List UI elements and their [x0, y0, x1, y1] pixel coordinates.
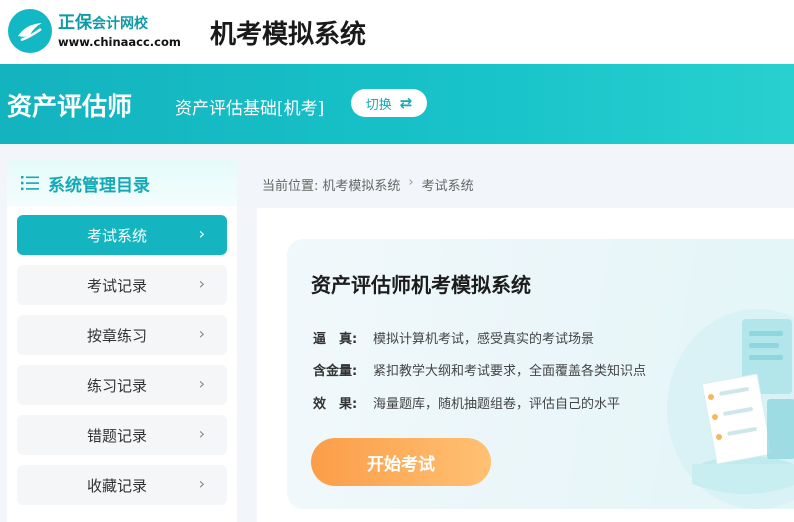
- sidebar-item-wrong-questions[interactable]: 错题记录 ›: [17, 415, 227, 455]
- chevron-right-icon: ›: [198, 324, 205, 343]
- logo-url: www.chinaacc.com: [58, 35, 181, 49]
- chevron-right-icon: ›: [408, 175, 414, 190]
- sidebar-item-label: 收藏记录: [86, 477, 147, 495]
- start-exam-button[interactable]: 开始考试: [311, 438, 491, 486]
- chevron-right-icon: ›: [198, 274, 205, 293]
- exam-intro-card: 资产评估师机考模拟系统 逼 真: 模拟计算机考试，感受真实的考试场景 含金量: 紧扣…: [287, 239, 794, 509]
- feature-key: 逼 真:: [313, 332, 358, 347]
- breadcrumb-prefix: 当前位置:: [262, 179, 319, 194]
- feature-effect: 效 果: 海量题库，随机抽题组卷，评估自己的水平: [313, 393, 620, 412]
- sidebar-item-label: 考试系统: [86, 227, 147, 245]
- chevron-right-icon: ›: [198, 224, 205, 243]
- feature-realism: 逼 真: 模拟计算机考试，感受真实的考试场景: [313, 328, 594, 347]
- sidebar-item-chapter-practice[interactable]: 按章练习 ›: [17, 315, 227, 355]
- feature-key: 含金量:: [313, 364, 358, 379]
- sidebar-title: 系统管理目录: [48, 176, 150, 196]
- chevron-right-icon: ›: [198, 374, 205, 393]
- logo[interactable]: 正保会计网校 www.chinaacc.com: [8, 7, 181, 57]
- sidebar-item-favorites[interactable]: 收藏记录 ›: [17, 465, 227, 505]
- sidebar-item-exam-system[interactable]: 考试系统 ›: [17, 215, 227, 255]
- top-header: 正保会计网校 www.chinaacc.com 机考模拟系统: [0, 0, 794, 64]
- sidebar-item-label: 按章练习: [86, 327, 147, 345]
- feature-key: 效 果:: [313, 397, 358, 412]
- subject-name: 资产评估基础[机考]: [175, 99, 325, 119]
- breadcrumb-link-system[interactable]: 机考模拟系统: [322, 175, 400, 194]
- logo-subname: 会计网校: [92, 16, 148, 32]
- feature-value: 海量题库，随机抽题组卷，评估自己的水平: [373, 397, 621, 412]
- sidebar-item-exam-records[interactable]: 考试记录 ›: [17, 265, 227, 305]
- logo-name: 正保: [58, 13, 92, 33]
- feature-coverage: 含金量: 紧扣教学大纲和考试要求，全面覆盖各类知识点: [313, 360, 646, 379]
- subject-banner: 资产评估师 资产评估基础[机考] 切换 ⇄: [0, 64, 794, 144]
- sidebar-item-label: 考试记录: [86, 277, 147, 295]
- feature-value: 紧扣教学大纲和考试要求，全面覆盖各类知识点: [373, 364, 647, 379]
- logo-mark-icon: [8, 9, 52, 53]
- breadcrumb: 当前位置: 机考模拟系统 › 考试系统: [262, 175, 474, 194]
- switch-subject-button[interactable]: 切换 ⇄: [351, 89, 427, 117]
- exam-paper-illustration-icon: [667, 309, 794, 509]
- sidebar-item-label: 练习记录: [86, 377, 147, 395]
- exam-name: 资产评估师: [7, 92, 133, 121]
- feature-value: 模拟计算机考试，感受真实的考试场景: [373, 332, 595, 347]
- sidebar-item-practice-records[interactable]: 练习记录 ›: [17, 365, 227, 405]
- chevron-right-icon: ›: [198, 474, 205, 493]
- switch-label: 切换: [365, 97, 392, 113]
- sidebar: 系统管理目录 考试系统 › 考试记录 › 按章练习 › 练习记录 › 错题记录 …: [7, 160, 237, 522]
- list-icon: [21, 176, 39, 191]
- breadcrumb-current: 考试系统: [421, 179, 474, 194]
- sidebar-header: 系统管理目录: [7, 160, 237, 206]
- sidebar-item-label: 错题记录: [86, 427, 147, 445]
- chevron-right-icon: ›: [198, 424, 205, 443]
- page-title: 机考模拟系统: [210, 20, 367, 50]
- card-title: 资产评估师机考模拟系统: [311, 273, 531, 297]
- swap-arrows-icon: ⇄: [399, 94, 413, 112]
